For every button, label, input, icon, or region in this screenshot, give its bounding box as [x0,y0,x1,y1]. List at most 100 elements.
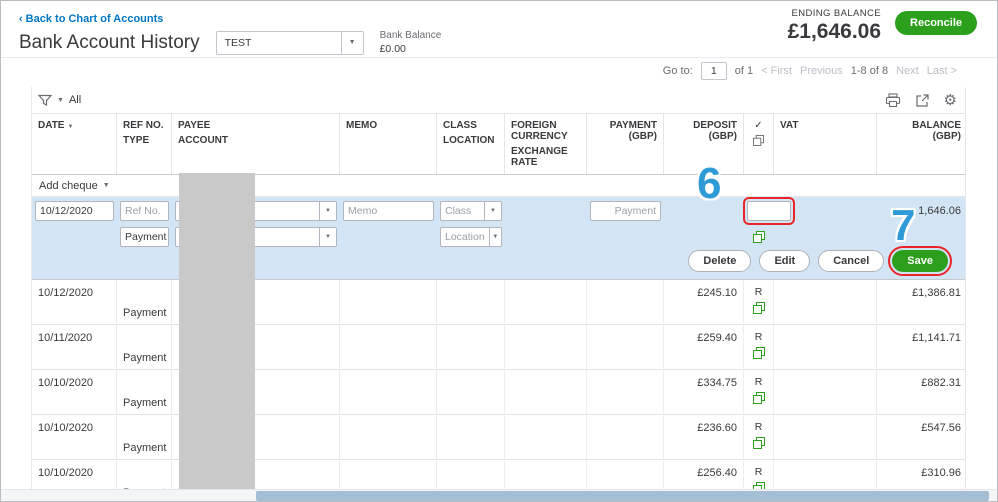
chevron-down-icon[interactable]: ▼ [319,202,336,220]
chevron-down-icon[interactable]: ▼ [340,31,363,54]
ending-balance-value: £1,646.06 [787,20,882,43]
filter-all-label: All [68,94,82,106]
class-select-placeholder: Class [445,205,472,217]
row-class [437,370,505,416]
edit-action-buttons: Delete Edit Cancel Save [32,246,965,279]
save-button[interactable]: Save [888,246,952,276]
goto-label: Go to: [662,65,693,77]
class-select[interactable]: Class ▼ [440,201,502,221]
horizontal-scrollbar[interactable] [1,489,997,501]
column-header-payee-account[interactable]: PAYEE ACCOUNT [172,114,340,174]
header-payee-label: PAYEE [178,120,211,131]
back-to-chart-of-accounts-link[interactable]: ‹ Back to Chart of Accounts [19,13,163,25]
row-deposit: £334.75 [664,370,744,416]
bank-balance-label: Bank Balance [379,30,442,41]
delete-button[interactable]: Delete [688,250,752,272]
pagination-next[interactable]: Next [896,65,919,77]
bank-balance: Bank Balance £0.00 [380,30,442,55]
bank-account-history-screen: ‹ Back to Chart of Accounts Bank Account… [0,0,998,502]
row-payment [587,370,664,416]
type-select-value: Payment [125,231,167,243]
print-button[interactable] [885,92,901,108]
row-foreign-currency [505,325,587,371]
copy-icon[interactable] [752,392,765,404]
settings-gear-icon[interactable]: ⚙ [944,92,957,108]
column-header-memo[interactable]: MEMO [340,114,437,174]
funnel-icon [38,94,52,106]
location-select[interactable]: Location ▼ [440,227,502,247]
cancel-button[interactable]: Cancel [818,250,885,272]
row-memo [340,280,437,326]
memo-input[interactable] [343,201,434,221]
table-row[interactable]: 10/10/2020 Payment £334.75 R £882.31 [32,370,965,416]
copy-icon[interactable] [753,231,765,243]
column-header-vat[interactable]: VAT [774,114,877,174]
row-class [437,325,505,371]
chevron-down-icon[interactable]: ▼ [484,202,501,220]
row-memo [340,415,437,461]
column-header-reconcile-status[interactable]: ✓ [744,114,774,174]
row-payment [587,280,664,326]
header-refno-label: REF NO. [123,120,164,131]
row-date: 10/11/2020 [32,325,117,371]
reconcile-status-input[interactable] [743,197,795,225]
horizontal-scrollbar-thumb[interactable] [256,491,989,501]
export-icon [915,93,929,107]
row-vat [774,370,877,416]
export-button[interactable] [915,93,930,108]
header-date-label: DATE [38,120,65,131]
account-selector-value: TEST [224,36,252,49]
edit-button[interactable]: Edit [759,250,811,272]
date-input[interactable] [35,201,114,221]
row-date: 10/10/2020 [32,370,117,416]
type-select[interactable]: Payment ▼ [120,227,169,247]
table-row[interactable]: 10/12/2020 Payment £245.10 R £1,386.81 [32,280,965,326]
row-reconcile-status: R [744,415,774,461]
copy-icon[interactable] [752,437,765,449]
page-title: Bank Account History [19,31,200,53]
row-type: Payment [117,325,172,371]
account-selector[interactable]: TEST ▼ [215,30,364,55]
copy-icon[interactable] [752,347,765,359]
add-cheque-label: Add cheque [39,179,98,192]
table-header-row: DATE ▼ REF NO. TYPE PAYEE ACCOUNT MEMO CL… [32,113,965,175]
payment-input[interactable] [590,201,661,221]
reconcile-button[interactable]: Reconcile [895,11,977,35]
annotation-step-6: 6 [697,159,722,208]
row-vat [774,325,877,371]
row-type: Payment [117,370,172,416]
filter-button[interactable]: ▼ All [38,94,81,107]
chevron-down-icon: ▼ [102,182,110,189]
column-header-class-location[interactable]: CLASS LOCATION [437,114,505,174]
printer-icon [885,92,900,107]
pagination-first[interactable]: < First [761,65,792,77]
column-header-date[interactable]: DATE ▼ [32,114,117,174]
register-table: ▼ All ⚙ DATE ▼ REF NO. TYPE PAYEE ACCOUN… [31,87,966,501]
column-header-ref-type[interactable]: REF NO. TYPE [117,114,172,174]
header-exchange-rate-label: EXCHANGE RATE [511,146,568,168]
chevron-down-icon: ▼ [57,96,64,104]
sort-arrow-icon: ▼ [67,124,74,130]
pagination-range: 1-8 of 8 [850,65,889,77]
location-select-placeholder: Location [445,231,485,243]
column-header-balance[interactable]: BALANCE (GBP) [877,114,967,174]
table-row[interactable]: 10/10/2020 Payment £236.60 R £547.56 [32,415,965,461]
table-row[interactable]: 10/11/2020 Payment £259.40 R £1,141.71 [32,325,965,371]
page-number-input[interactable] [700,62,727,80]
ref-no-input[interactable] [120,201,169,221]
column-header-foreign-currency[interactable]: FOREIGN CURRENCY EXCHANGE RATE [505,114,587,174]
pagination-last[interactable]: Last > [927,65,957,77]
pagination-previous[interactable]: Previous [800,65,843,77]
checkmark-icon: ✓ [754,120,763,131]
chevron-down-icon[interactable]: ▼ [319,228,336,246]
add-cheque-button[interactable]: Add cheque ▼ [32,175,965,197]
back-chevron-icon: ‹ [19,13,23,25]
redacted-overlay [179,173,255,501]
chevron-down-icon[interactable]: ▼ [488,228,501,246]
copy-icon[interactable] [752,302,765,314]
bank-balance-value: £0.00 [379,43,406,55]
row-vat [774,415,877,461]
column-header-payment[interactable]: PAYMENT (GBP) [587,114,664,174]
row-balance: £1,141.71 [912,332,961,344]
row-deposit: £236.60 [664,415,744,461]
